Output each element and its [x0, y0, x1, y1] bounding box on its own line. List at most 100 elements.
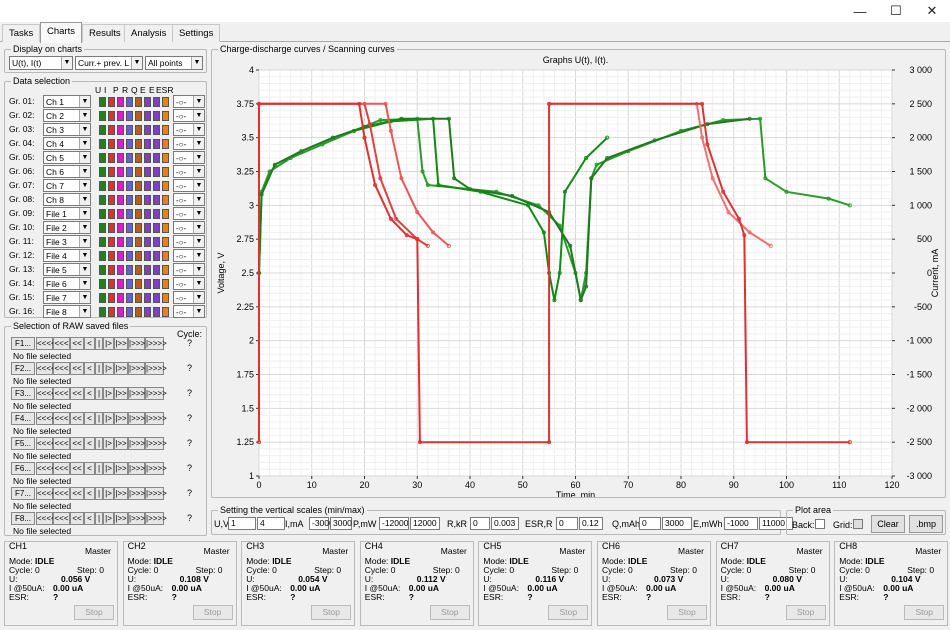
file-nav-button[interactable]: |>>> — [128, 412, 145, 425]
file-nav-button[interactable]: < — [84, 512, 95, 525]
group-source-select[interactable]: File 8 ▼ — [43, 305, 91, 318]
group-source-select[interactable]: Ch 2 ▼ — [43, 109, 91, 122]
file-nav-button[interactable]: |>> — [114, 487, 128, 500]
color-swatch[interactable] — [135, 125, 142, 135]
file-nav-button[interactable]: |>>>> — [145, 512, 167, 525]
file-nav-button[interactable]: <<< — [53, 387, 70, 400]
file-nav-button[interactable]: |> — [103, 512, 114, 525]
file-nav-button[interactable]: < — [84, 362, 95, 375]
file-nav-button[interactable]: |>>>> — [145, 437, 167, 450]
file-nav-button[interactable]: |> — [103, 487, 114, 500]
color-swatch[interactable] — [117, 223, 124, 233]
color-swatch[interactable] — [135, 195, 142, 205]
color-swatch[interactable] — [126, 265, 133, 275]
file-nav-button[interactable]: << — [70, 387, 84, 400]
color-swatch[interactable] — [126, 237, 133, 247]
file-nav-button[interactable]: | — [95, 487, 103, 500]
color-swatch[interactable] — [117, 125, 124, 135]
color-swatch[interactable] — [144, 265, 151, 275]
color-swatch[interactable] — [153, 111, 160, 121]
color-swatch[interactable] — [135, 181, 142, 191]
group-source-select[interactable]: File 5 ▼ — [43, 263, 91, 276]
vscale-min-input[interactable]: 0 — [639, 517, 661, 530]
color-swatch[interactable] — [108, 167, 115, 177]
file-nav-button[interactable]: < — [84, 337, 95, 350]
close-icon[interactable]: ✕ — [912, 0, 950, 22]
color-swatch[interactable] — [99, 223, 106, 233]
color-swatch[interactable] — [135, 265, 142, 275]
color-swatch[interactable] — [117, 111, 124, 121]
color-swatch[interactable] — [126, 279, 133, 289]
color-swatch[interactable] — [135, 307, 142, 317]
file-nav-button[interactable]: < — [84, 412, 95, 425]
color-swatch[interactable] — [144, 153, 151, 163]
color-swatch[interactable] — [153, 181, 160, 191]
file-nav-button[interactable]: |>>>> — [145, 412, 167, 425]
file-select-button[interactable]: F2... — [11, 362, 35, 375]
color-swatch[interactable] — [126, 293, 133, 303]
file-nav-button[interactable]: |> — [103, 337, 114, 350]
vscale-min-input[interactable]: -3000 — [309, 517, 334, 530]
color-swatch[interactable] — [162, 237, 169, 247]
group-source-select[interactable]: Ch 1 ▼ — [43, 95, 91, 108]
line-style-select[interactable]: -○- ▼ — [173, 165, 205, 178]
file-nav-button[interactable]: <<<< — [36, 487, 56, 500]
color-swatch[interactable] — [135, 209, 142, 219]
color-swatch[interactable] — [126, 125, 133, 135]
stop-button[interactable]: Stop — [548, 605, 589, 620]
file-nav-button[interactable]: << — [70, 462, 84, 475]
color-swatch[interactable] — [144, 195, 151, 205]
curve-select[interactable]: Curr.+ prev. L ▼ — [75, 56, 143, 70]
file-select-button[interactable]: F7... — [11, 487, 35, 500]
group-source-select[interactable]: File 4 ▼ — [43, 249, 91, 262]
color-swatch[interactable] — [135, 251, 142, 261]
color-swatch[interactable] — [153, 153, 160, 163]
color-swatch[interactable] — [99, 139, 106, 149]
file-nav-button[interactable]: <<< — [53, 462, 70, 475]
file-nav-button[interactable]: |> — [103, 462, 114, 475]
color-swatch[interactable] — [153, 279, 160, 289]
color-swatch[interactable] — [153, 195, 160, 205]
file-nav-button[interactable]: |> — [103, 412, 114, 425]
color-swatch[interactable] — [108, 125, 115, 135]
color-swatch[interactable] — [144, 293, 151, 303]
line-style-select[interactable]: -○- ▼ — [173, 249, 205, 262]
file-nav-button[interactable]: |>>> — [128, 337, 145, 350]
group-source-select[interactable]: Ch 8 ▼ — [43, 193, 91, 206]
color-swatch[interactable] — [99, 237, 106, 247]
file-select-button[interactable]: F8... — [11, 512, 35, 525]
stop-button[interactable]: Stop — [311, 605, 352, 620]
color-swatch[interactable] — [99, 195, 106, 205]
file-nav-button[interactable]: < — [84, 437, 95, 450]
color-swatch[interactable] — [108, 237, 115, 247]
color-swatch[interactable] — [153, 237, 160, 247]
color-swatch[interactable] — [99, 111, 106, 121]
line-style-select[interactable]: -○- ▼ — [173, 207, 205, 220]
clear-button[interactable]: Clear — [871, 515, 905, 533]
color-swatch[interactable] — [108, 111, 115, 121]
color-swatch[interactable] — [126, 139, 133, 149]
back-color-box[interactable] — [815, 519, 825, 529]
line-style-select[interactable]: -○- ▼ — [173, 291, 205, 304]
color-swatch[interactable] — [108, 293, 115, 303]
color-swatch[interactable] — [108, 195, 115, 205]
color-swatch[interactable] — [144, 223, 151, 233]
color-swatch[interactable] — [162, 139, 169, 149]
color-swatch[interactable] — [162, 279, 169, 289]
color-swatch[interactable] — [162, 167, 169, 177]
file-nav-button[interactable]: |>> — [114, 512, 128, 525]
file-nav-button[interactable]: |>>> — [128, 462, 145, 475]
file-nav-button[interactable]: |>> — [114, 412, 128, 425]
file-nav-button[interactable]: |>> — [114, 462, 128, 475]
color-swatch[interactable] — [126, 209, 133, 219]
vscale-min-input[interactable]: 1 — [228, 517, 256, 530]
file-nav-button[interactable]: |>>> — [128, 362, 145, 375]
line-style-select[interactable]: -○- ▼ — [173, 151, 205, 164]
color-swatch[interactable] — [99, 97, 106, 107]
vscale-max-input[interactable]: 0.003 — [491, 517, 519, 530]
color-swatch[interactable] — [117, 265, 124, 275]
color-swatch[interactable] — [108, 265, 115, 275]
color-swatch[interactable] — [135, 279, 142, 289]
line-style-select[interactable]: -○- ▼ — [173, 123, 205, 136]
color-swatch[interactable] — [99, 251, 106, 261]
